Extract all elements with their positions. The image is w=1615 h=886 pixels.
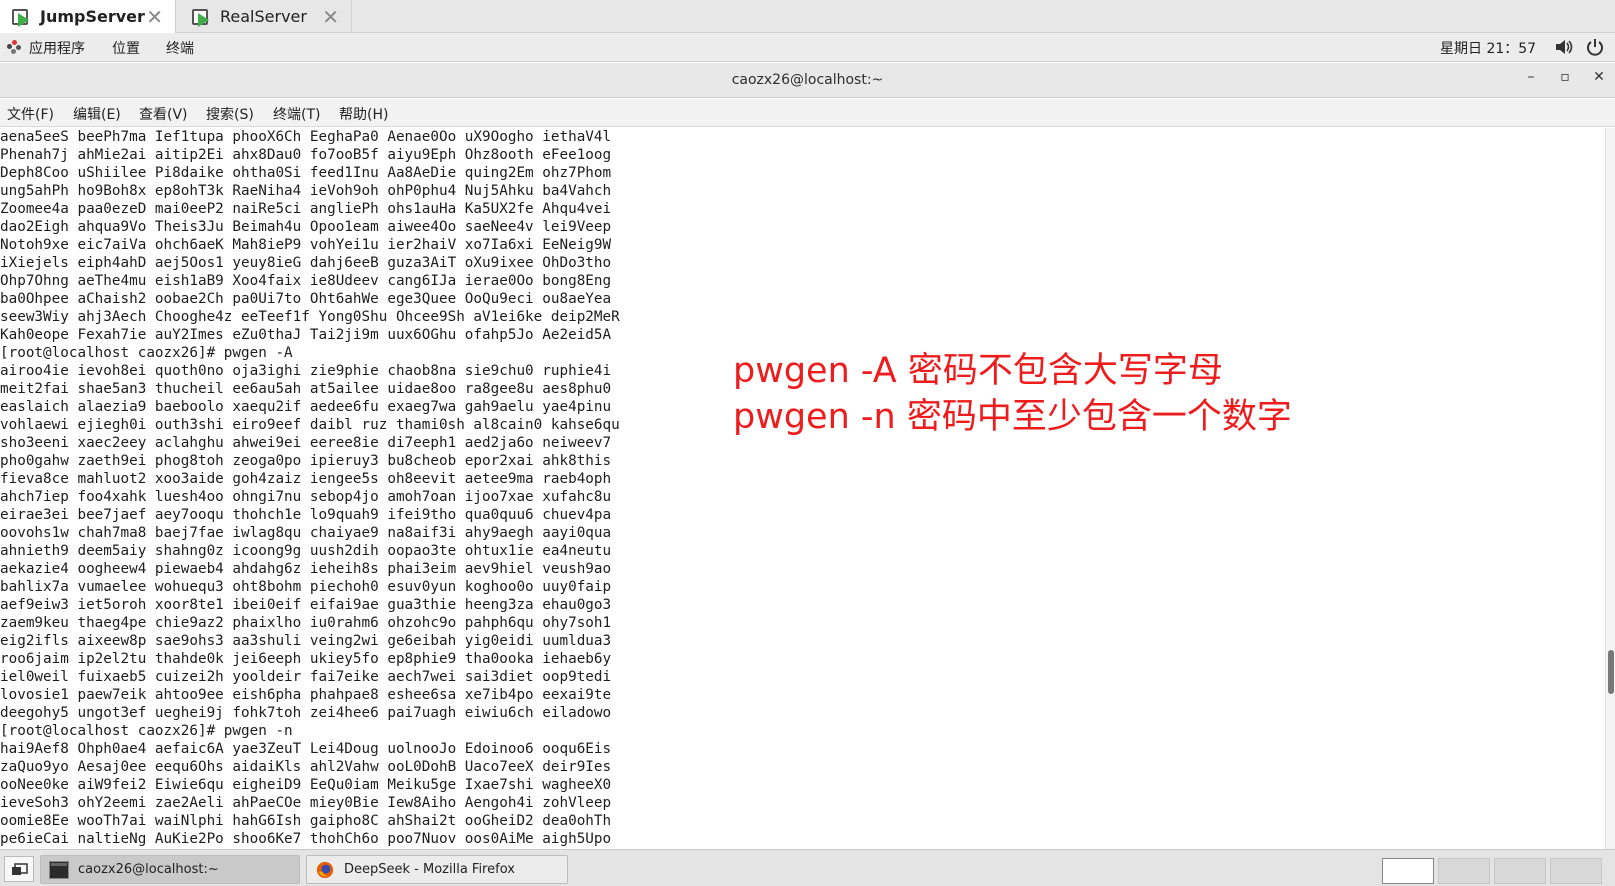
menu-search[interactable]: 搜索(S) <box>206 104 254 124</box>
window-title: caozx26@localhost:~ <box>731 72 884 88</box>
terminal-line: sho3eeni xaec2eey aclahghu ahwei9ei eere… <box>0 435 612 451</box>
terminal-line: iel0weil fuixaeb5 cuizei2h yooldeir fai7… <box>0 669 612 685</box>
workspace-1[interactable] <box>1382 858 1434 884</box>
terminal-line: fieva8ce mahluot2 xoo3aide goh4zaiz ieng… <box>0 471 612 487</box>
tab-jumpserver[interactable]: JumpServer ✕ <box>0 0 176 33</box>
terminal-line: ba0Ohpee aChaish2 oobae2Ch pa0Ui7to Oht6… <box>0 291 612 307</box>
menu-view[interactable]: 查看(V) <box>139 104 188 124</box>
terminal-line: ahch7iep foo4xahk luesh4oo ohngi7nu sebo… <box>0 489 612 505</box>
terminal-line: Notoh9xe eic7aiVa ohch6aeK Mah8ieP9 vohY… <box>0 237 612 253</box>
tab-label: JumpServer <box>40 7 145 26</box>
annotation-pwgen-A: pwgen -A 密码不包含大写字母 <box>733 351 1223 391</box>
terminal-line: vohlaewi ejiegh0i outh3shi eiro9eef daib… <box>0 417 620 433</box>
terminal-line: bahlix7a vumaelee wohuequ3 oht8bohm piec… <box>0 579 612 595</box>
close-button[interactable]: ✕ <box>1588 69 1610 91</box>
terminal-menubar: 文件(F) 编辑(E) 查看(V) 搜索(S) 终端(T) 帮助(H) <box>0 99 1615 127</box>
scrollbar-thumb[interactable] <box>1608 650 1614 694</box>
scrollbar[interactable] <box>1605 128 1615 849</box>
terminal-line: eirae3ei bee7jaef aey7ooqu thohch1e lo9q… <box>0 507 612 523</box>
terminal-line: aef9eiw3 iet5oroh xoor8te1 ibei0eif eifa… <box>0 597 612 613</box>
close-icon[interactable]: ✕ <box>322 5 339 29</box>
terminal-line: dao2Eigh ahqua9Vo Theis3Ju Beimah4u Opoo… <box>0 219 612 235</box>
taskbar: caozx26@localhost:~ DeepSeek - Mozilla F… <box>0 849 1615 886</box>
terminal-menu[interactable]: 终端 <box>166 38 194 58</box>
volume-icon[interactable] <box>1555 39 1573 55</box>
taskbar-terminal[interactable]: caozx26@localhost:~ <box>40 855 300 884</box>
terminal-line: roo6jaim ip2el2tu thahde0k jei6eeph ukie… <box>0 651 612 667</box>
annotation-pwgen-n: pwgen -n 密码中至少包含一个数字 <box>733 397 1292 437</box>
menu-terminal[interactable]: 终端(T) <box>273 104 320 124</box>
power-icon[interactable] <box>1586 38 1604 56</box>
terminal-line: Deph8Coo uShiilee Pi8daike ohtha0Si feed… <box>0 165 612 181</box>
terminal-line: ooNee0ke aiW9fei2 Eiwie6qu eigheiD9 EeQu… <box>0 777 612 793</box>
top-panel: 应用程序 位置 终端 星期日 21：57 <box>0 33 1615 62</box>
show-desktop-button[interactable] <box>4 856 34 882</box>
terminal-line: ieveSoh3 ohY2eemi zae2Aeli ahPaeCOe miey… <box>0 795 612 811</box>
minimize-button[interactable]: – <box>1520 69 1542 91</box>
places-menu[interactable]: 位置 <box>112 38 140 58</box>
workspace-3[interactable] <box>1494 858 1546 884</box>
terminal-line: seew3Wiy ahj3Aech Chooghe4z eeTeef1f Yon… <box>0 309 620 325</box>
terminal-line: pe6ieCai naltieNg AuKie2Po shoo6Ke7 thoh… <box>0 831 612 847</box>
taskbar-terminal-label: caozx26@localhost:~ <box>78 862 219 877</box>
terminal-line: oomie8Ee wooTh7ai waiNlphi hahG6Ish gaip… <box>0 813 612 829</box>
terminal-prompt-line: [root@localhost caozx26]# pwgen -A <box>0 345 293 361</box>
remote-screen-icon <box>12 7 32 27</box>
workspace-4[interactable] <box>1550 858 1602 884</box>
terminal-line: zaem9keu thaeg4pe chie9az2 phaixlho iu0r… <box>0 615 612 631</box>
applications-menu[interactable]: 应用程序 <box>29 38 85 58</box>
terminal-line: Kah0eope Fexah7ie auY2Imes eZu0thaJ Tai2… <box>0 327 612 343</box>
remote-screen-icon <box>192 7 212 27</box>
terminal-line: ahnieth9 deem5aiy shahng0z icoong9g uush… <box>0 543 612 559</box>
terminal-line: pho0gahw zaeth9ei phog8toh zeoga0po ipie… <box>0 453 612 469</box>
terminal-line: Zoomee4a paa0ezeD mai0eeP2 naiRe5ci angl… <box>0 201 612 217</box>
tab-realserver[interactable]: RealServer ✕ <box>180 0 352 33</box>
terminal-line: easlaich alaezia9 baeboolo xaequ2if aede… <box>0 399 612 415</box>
terminal-line: oovohs1w chah7ma8 baej7fae iwlag8qu chai… <box>0 525 612 541</box>
maximize-button[interactable]: ▫ <box>1554 69 1576 91</box>
clock[interactable]: 星期日 21：57 <box>1440 38 1536 58</box>
terminal-icon <box>49 860 69 879</box>
terminal-output[interactable]: aena5eeS beePh7ma Ief1tupa phooX6Ch Eegh… <box>0 128 1605 849</box>
taskbar-firefox[interactable]: DeepSeek - Mozilla Firefox <box>306 855 568 884</box>
taskbar-firefox-label: DeepSeek - Mozilla Firefox <box>344 862 515 877</box>
terminal-line: iXiejels eiph4ahD aej5Oos1 yeuy8ieG dahj… <box>0 255 612 271</box>
terminal-line: lovosie1 paew7eik ahtoo9ee eish6pha phah… <box>0 687 612 703</box>
terminal-line: eig2ifls aixeew8p sae9ohs3 aa3shuli vein… <box>0 633 612 649</box>
terminal-line: Ohp7Ohng aeThe4mu eish1aB9 Xoo4faix ie8U… <box>0 273 612 289</box>
terminal-line: airoo4ie ievoh8ei quoth0no oja3ighi zie9… <box>0 363 612 379</box>
workspace-2[interactable] <box>1438 858 1490 884</box>
tab-bar: JumpServer ✕ RealServer ✕ <box>0 0 1615 33</box>
terminal-prompt-line: [root@localhost caozx26]# pwgen -n <box>0 723 293 739</box>
menu-edit[interactable]: 编辑(E) <box>73 104 121 124</box>
terminal-line: aena5eeS beePh7ma Ief1tupa phooX6Ch Eegh… <box>0 129 612 145</box>
terminal-line: aekazie4 oogheew4 piewaeb4 ahdahg6z iehe… <box>0 561 612 577</box>
firefox-icon <box>316 861 334 878</box>
terminal-line: meit2fai shae5an3 thucheil ee6au5ah at5a… <box>0 381 612 397</box>
terminal-line: hai9Aef8 Ohph0ae4 aefaic6A yae3ZeuT Lei4… <box>0 741 612 757</box>
tab-label: RealServer <box>220 7 307 26</box>
terminal-line: deegohy5 ungot3ef ueghei9j fohk7toh zei4… <box>0 705 612 721</box>
menu-help[interactable]: 帮助(H) <box>339 104 388 124</box>
terminal-line: zaQuo9yo Aesaj0ee eequ6Ohs aidaiKls ahl2… <box>0 759 612 775</box>
gnome-foot-icon <box>7 40 21 54</box>
terminal-line: Phenah7j ahMie2ai aitip2Ei ahx8Dau0 fo7o… <box>0 147 612 163</box>
menu-file[interactable]: 文件(F) <box>7 104 54 124</box>
close-icon[interactable]: ✕ <box>146 5 163 29</box>
window-titlebar[interactable]: caozx26@localhost:~ – ▫ ✕ <box>0 63 1615 98</box>
show-desktop-icon <box>12 863 28 875</box>
terminal-line: ung5ahPh ho9Boh8x ep8ohT3k RaeNiha4 ieVo… <box>0 183 612 199</box>
